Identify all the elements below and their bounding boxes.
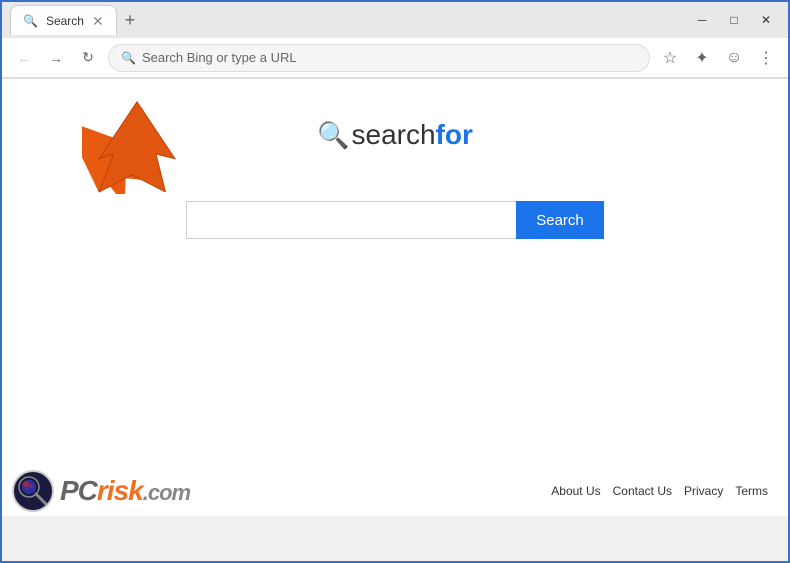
url-text: Search Bing or type a URL [142, 50, 637, 65]
close-window-button[interactable]: ✕ [752, 9, 780, 31]
forward-icon: → [49, 50, 63, 66]
logo-search-icon: 🔍 [317, 120, 349, 151]
tab-favicon: 🔍 [23, 14, 38, 28]
forward-button[interactable]: → [44, 46, 68, 70]
url-input-box[interactable]: 🔍 Search Bing or type a URL [108, 44, 650, 72]
footer-overlay: PCrisk.com About Us Contact Us Privacy T… [2, 466, 788, 516]
tab-title: Search [46, 14, 84, 28]
address-bar: ← → ↻ 🔍 Search Bing or type a URL ☆ ✦ ☺ … [2, 38, 788, 78]
minimize-button[interactable]: ─ [688, 9, 716, 31]
logo-text: searchfor [352, 119, 473, 151]
pcrisk-logo [12, 470, 54, 512]
search-input[interactable] [186, 201, 516, 239]
back-button[interactable]: ← [12, 46, 36, 70]
logo-text-part1: search [352, 119, 436, 150]
active-tab[interactable]: 🔍 Search ✕ [10, 5, 117, 35]
privacy-link[interactable]: Privacy [684, 484, 723, 498]
refresh-icon: ↻ [82, 49, 94, 66]
about-us-link[interactable]: About Us [551, 484, 600, 498]
contact-us-link[interactable]: Contact Us [613, 484, 672, 498]
search-icon: 🔍 [121, 51, 136, 65]
pcrisk-text: PCrisk.com [60, 475, 190, 507]
search-button[interactable]: Search [516, 201, 604, 239]
orange-arrow-shape [77, 97, 197, 192]
tab-bar: 🔍 Search ✕ + ─ □ ✕ [2, 2, 788, 38]
terms-link[interactable]: Terms [735, 484, 768, 498]
tab-close-button[interactable]: ✕ [92, 14, 104, 28]
browser-content: 🔍 searchfor Search [2, 79, 788, 516]
window-controls: ─ □ ✕ [688, 9, 780, 31]
refresh-button[interactable]: ↻ [76, 46, 100, 70]
profile-icon[interactable]: ☺ [722, 46, 746, 70]
toolbar-icons: ☆ ✦ ☺ ⋮ [658, 46, 778, 70]
logo-text-part2: for [436, 119, 473, 150]
extensions-icon[interactable]: ✦ [690, 46, 714, 70]
star-icon[interactable]: ☆ [658, 46, 682, 70]
search-area: Search [186, 201, 604, 239]
back-icon: ← [17, 50, 31, 66]
pcrisk-watermark: PCrisk.com [2, 466, 200, 516]
menu-icon[interactable]: ⋮ [754, 46, 778, 70]
maximize-button[interactable]: □ [720, 9, 748, 31]
logo-area: 🔍 searchfor [317, 119, 473, 151]
footer-links: About Us Contact Us Privacy Terms [551, 484, 768, 498]
window-chrome: 🔍 Search ✕ + ─ □ ✕ ← → ↻ 🔍 Search Bing o… [2, 2, 788, 79]
new-tab-button[interactable]: + [121, 6, 140, 34]
